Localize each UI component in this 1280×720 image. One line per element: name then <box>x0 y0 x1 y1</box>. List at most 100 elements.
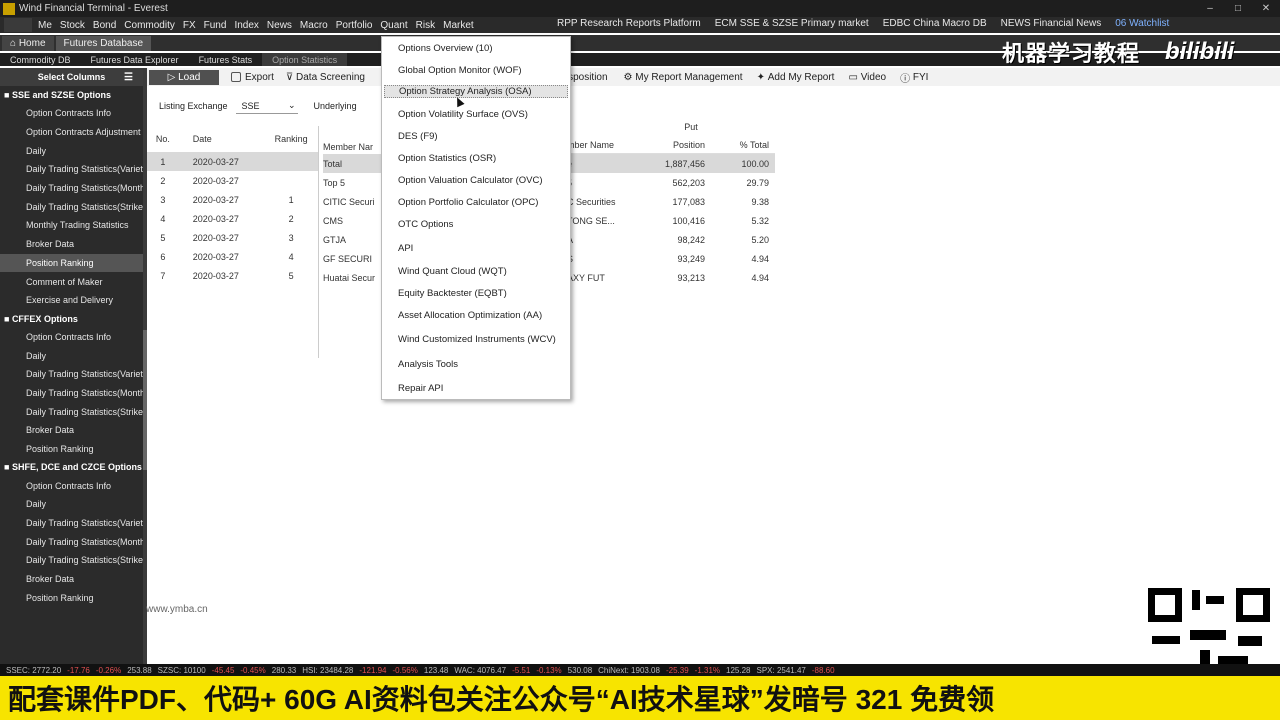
sidebar-item-position-ranking[interactable]: Position Ranking <box>0 253 143 273</box>
menu-item-options-overview[interactable]: Options Overview (10) <box>398 43 493 54</box>
menu-stock[interactable]: Stock <box>60 20 85 31</box>
minimize-icon[interactable]: – <box>1196 3 1224 14</box>
table-row[interactable]: 5 2020-03-27 3 <box>147 228 318 247</box>
menu-item-option-strategy-analysis[interactable]: Option Strategy Analysis (OSA) <box>384 85 568 98</box>
menu-fx[interactable]: FX <box>183 20 196 31</box>
export-button[interactable]: Export <box>231 72 274 83</box>
menu-item-repair-api[interactable]: Repair API <box>398 383 443 394</box>
sidebar-item[interactable]: Daily Trading Statistics(Variety) <box>0 160 143 179</box>
menu-item-wind-customized-instruments[interactable]: Wind Customized Instruments (WCV) <box>398 334 556 345</box>
sidebar-item[interactable]: Option Contracts Info <box>0 328 143 347</box>
table-row[interactable]: 7 2020-03-27 5 <box>147 266 318 285</box>
data-screening-button[interactable]: ⊽ Data Screening <box>286 72 365 83</box>
menu-portfolio[interactable]: Portfolio <box>336 20 373 31</box>
col-no[interactable]: No. <box>147 134 179 144</box>
col-date[interactable]: Date <box>179 134 265 144</box>
sidebar-item[interactable]: Daily Trading Statistics(Month) <box>0 532 143 551</box>
sidebar-item[interactable]: Option Contracts Info <box>0 104 143 123</box>
menu-icon[interactable]: ☰ <box>124 72 133 83</box>
table-row[interactable]: AXY FUT 93,213 4.94 <box>567 268 775 287</box>
menu-risk[interactable]: Risk <box>416 20 435 31</box>
quick-link-rpp[interactable]: RPP Research Reports Platform <box>557 18 701 29</box>
col-put-pct-total[interactable]: % Total <box>705 140 769 150</box>
table-row[interactable]: 4 2020-03-27 2 <box>147 209 318 228</box>
col-put-position[interactable]: Position <box>655 140 705 150</box>
menu-me[interactable]: Me <box>38 20 52 31</box>
my-report-management-button[interactable]: ⚙ My Report Management <box>624 72 743 83</box>
sidebar-item[interactable]: Daily <box>0 141 143 160</box>
sidebar-item[interactable]: Daily Trading Statistics(Strike) <box>0 551 143 570</box>
menu-bond[interactable]: Bond <box>93 20 116 31</box>
menu-market[interactable]: Market <box>443 20 474 31</box>
video-button[interactable]: ▭ Video <box>848 72 886 83</box>
sidebar-item[interactable]: Broker Data <box>0 570 143 589</box>
table-row[interactable]: e 1,887,456 100.00 <box>567 154 775 173</box>
sidebar-item[interactable]: Daily <box>0 495 143 514</box>
maximize-icon[interactable]: □ <box>1224 3 1252 14</box>
sidebar-item[interactable]: Daily Trading Statistics(Month) <box>0 384 143 403</box>
menu-item-asset-allocation[interactable]: Asset Allocation Optimization (AA) <box>398 310 542 321</box>
menu-fund[interactable]: Fund <box>204 20 227 31</box>
subtab-option-statistics[interactable]: Option Statistics <box>262 53 348 66</box>
sidebar-item[interactable]: Option Contracts Info <box>0 476 143 495</box>
subtab-futures-data-explorer[interactable]: Futures Data Explorer <box>81 53 189 66</box>
sidebar-item[interactable]: Exercise and Delivery <box>0 291 143 310</box>
table-row[interactable]: TONG SE... 100,416 5.32 <box>567 211 775 230</box>
menu-item-equity-backtester[interactable]: Equity Backtester (EQBT) <box>398 288 507 299</box>
menu-news[interactable]: News <box>267 20 292 31</box>
sidebar-item[interactable]: Broker Data <box>0 421 143 440</box>
table-row[interactable]: 5 562,203 29.79 <box>567 173 775 192</box>
menu-quant[interactable]: Quant <box>380 20 407 31</box>
group-shfe-dce-czce[interactable]: ■ SHFE, DCE and CZCE Options <box>0 458 143 476</box>
table-row[interactable]: S 93,249 4.94 <box>567 249 775 268</box>
menu-item-analysis-tools[interactable]: Analysis Tools <box>398 359 458 370</box>
tab-futures-database[interactable]: Futures Database <box>55 36 152 51</box>
sidebar-item[interactable]: Daily Trading Statistics(Variety) <box>0 514 143 533</box>
sidebar-item[interactable]: Daily Trading Statistics(Month) <box>0 179 143 198</box>
sidebar-item[interactable]: Daily <box>0 346 143 365</box>
menu-item-wind-quant-cloud[interactable]: Wind Quant Cloud (WQT) <box>398 266 507 277</box>
menu-item-option-portfolio-calculator[interactable]: Option Portfolio Calculator (OPC) <box>398 197 538 208</box>
menu-index[interactable]: Index <box>234 20 258 31</box>
group-cffex[interactable]: ■ CFFEX Options <box>0 310 143 328</box>
sidebar-item[interactable]: Daily Trading Statistics(Variety) <box>0 365 143 384</box>
col-put-member[interactable]: mber Name <box>567 140 655 150</box>
subtab-commodity-db[interactable]: Commodity DB <box>0 53 81 66</box>
table-row[interactable]: C Securities 177,083 9.38 <box>567 192 775 211</box>
fyi-button[interactable]: ⓘ FYI <box>900 70 928 85</box>
menu-item-api[interactable]: API <box>398 243 413 254</box>
col-ranking[interactable]: Ranking <box>264 134 318 144</box>
menu-item-otc-options[interactable]: OTC Options <box>398 219 453 230</box>
menu-item-des[interactable]: DES (F9) <box>398 131 438 142</box>
sidebar-item[interactable]: Comment of Maker <box>0 272 143 291</box>
subtab-futures-stats[interactable]: Futures Stats <box>189 53 263 66</box>
quick-link-ecm[interactable]: ECM SSE & SZSE Primary market <box>715 18 869 29</box>
table-row[interactable]: A 98,242 5.20 <box>567 230 775 249</box>
sidebar-item[interactable]: Broker Data <box>0 235 143 254</box>
menu-commodity[interactable]: Commodity <box>124 20 175 31</box>
sidebar-item[interactable]: Option Contracts Adjustment <box>0 123 143 142</box>
table-row[interactable]: 2 2020-03-27 <box>147 171 318 190</box>
sidebar-item[interactable]: Position Ranking <box>0 440 143 459</box>
quick-link-watchlist[interactable]: 06 Watchlist <box>1115 18 1169 29</box>
table-row[interactable]: 3 2020-03-27 1 <box>147 190 318 209</box>
close-icon[interactable]: ✕ <box>1252 3 1280 14</box>
quick-link-news[interactable]: NEWS Financial News <box>1001 18 1102 29</box>
table-row[interactable]: 1 2020-03-27 <box>147 152 318 171</box>
menu-item-option-statistics[interactable]: Option Statistics (OSR) <box>398 153 496 164</box>
sidebar-item[interactable]: Daily Trading Statistics(Strike) <box>0 402 143 421</box>
add-my-report-button[interactable]: ✦ Add My Report <box>757 72 835 83</box>
load-button[interactable]: ▷ Load <box>149 69 219 85</box>
tab-home[interactable]: ⌂ Home <box>2 36 54 51</box>
menu-item-option-valuation-calculator[interactable]: Option Valuation Calculator (OVC) <box>398 175 543 186</box>
menu-macro[interactable]: Macro <box>300 20 328 31</box>
sidebar-item[interactable]: Position Ranking <box>0 589 143 608</box>
col-member-name[interactable]: Member Nar <box>323 140 383 154</box>
menu-item-option-volatility-surface[interactable]: Option Volatility Surface (OVS) <box>398 109 528 120</box>
quick-link-edbc[interactable]: EDBC China Macro DB <box>883 18 987 29</box>
sidebar-item[interactable]: Monthly Trading Statistics <box>0 216 143 235</box>
listing-exchange-select[interactable]: SSE ⌄ <box>235 99 298 114</box>
sidebar-item[interactable]: Daily Trading Statistics(Strike) <box>0 197 143 216</box>
menu-item-global-option-monitor[interactable]: Global Option Monitor (WOF) <box>398 65 522 76</box>
table-row[interactable]: 6 2020-03-27 4 <box>147 247 318 266</box>
